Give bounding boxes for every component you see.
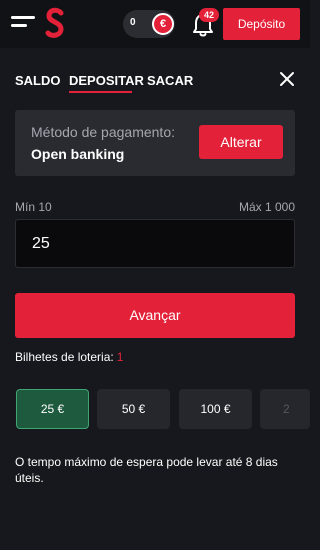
tab-sacar[interactable]: SACAR [147, 73, 193, 88]
notification-badge: 42 [199, 8, 219, 22]
logo-icon[interactable] [44, 7, 66, 39]
advance-button[interactable]: Avançar [15, 293, 295, 338]
balance-pill[interactable]: 0 € [123, 10, 175, 38]
tab-depositar[interactable]: DEPOSITAR [69, 73, 144, 88]
change-method-button[interactable]: Alterar [199, 125, 283, 159]
amount-input[interactable] [15, 219, 295, 268]
top-bar: 0 € 42 Depósito [0, 0, 310, 48]
tab-saldo[interactable]: SALDO [15, 73, 61, 88]
menu-icon[interactable] [11, 15, 35, 31]
max-limit: Máx 1 000 [238, 200, 295, 214]
payment-method-label: Método de pagamento: [31, 124, 175, 140]
wait-time-note: O tempo máximo de espera pode levar até … [15, 455, 278, 485]
quick-amount-50[interactable]: 50 € [97, 389, 170, 429]
quick-amount-partial[interactable]: 2 [260, 389, 310, 429]
min-limit: Mín 10 [15, 200, 52, 214]
lottery-label: Bilhetes de loteria: [15, 350, 114, 364]
quick-amount-25[interactable]: 25 € [16, 389, 89, 429]
close-icon[interactable] [279, 71, 295, 87]
payment-method-box: Método de pagamento: Open banking Altera… [15, 110, 295, 176]
deposit-button[interactable]: Depósito [223, 8, 300, 40]
quick-amount-100[interactable]: 100 € [179, 389, 252, 429]
payment-method-value: Open banking [31, 146, 125, 162]
balance-amount: 0 [130, 17, 136, 28]
lottery-count: 1 [116, 350, 124, 364]
euro-icon: € [152, 13, 174, 35]
active-tab-indicator [69, 91, 132, 93]
lottery-tickets: Bilhetes de loteria: 1 [15, 350, 123, 364]
